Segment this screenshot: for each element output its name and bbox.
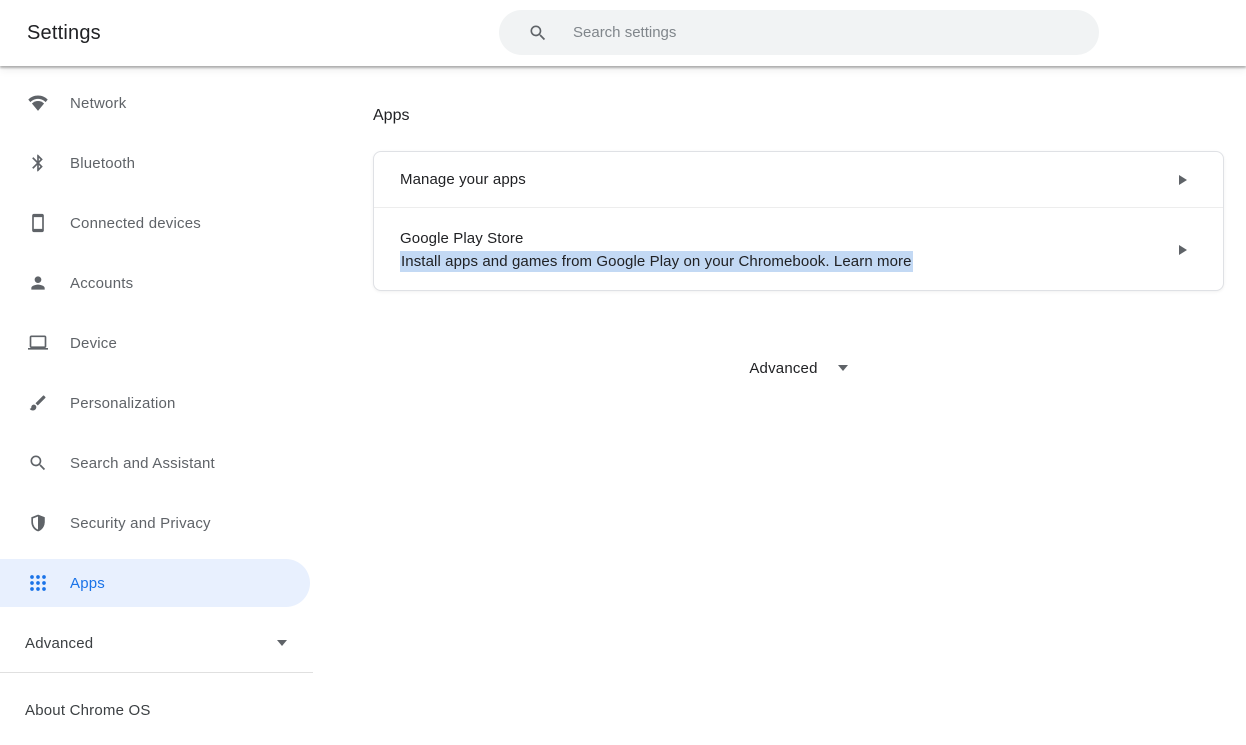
sidebar-item-label: Bluetooth <box>70 155 135 172</box>
sidebar-nav: Network Bluetooth Connected devices Acco… <box>0 66 313 734</box>
sidebar-advanced-toggle[interactable]: Advanced <box>0 619 313 667</box>
about-label: About Chrome OS <box>25 702 151 719</box>
manage-apps-row[interactable]: Manage your apps <box>374 152 1223 207</box>
search-icon <box>528 23 548 43</box>
smartphone-icon <box>28 213 48 233</box>
sidebar-item-label: Device <box>70 335 117 352</box>
shield-icon <box>28 513 48 533</box>
settings-page: Settings Network Bluetooth Connecte <box>0 0 1246 745</box>
wifi-icon <box>28 93 48 113</box>
search-icon <box>28 453 48 473</box>
sidebar-item-security-privacy[interactable]: Security and Privacy <box>0 499 310 547</box>
chevron-down-icon <box>838 365 848 371</box>
toolbar: Settings <box>0 0 1246 66</box>
main-content: Apps Manage your apps Google Play Store … <box>373 66 1224 380</box>
sidebar-item-bluetooth[interactable]: Bluetooth <box>0 139 310 187</box>
brush-icon <box>28 393 48 413</box>
chevron-down-icon <box>277 640 287 646</box>
advanced-label: Advanced <box>25 635 93 652</box>
advanced-label: Advanced <box>749 360 817 377</box>
arrow-right-icon <box>1179 175 1187 185</box>
row-title: Google Play Store <box>400 230 1179 247</box>
row-subtitle: Install apps and games from Google Play … <box>400 253 1179 270</box>
row-title: Manage your apps <box>400 171 1179 188</box>
sidebar-item-label: Network <box>70 95 126 112</box>
sidebar-item-device[interactable]: Device <box>0 319 310 367</box>
sidebar-item-search-assistant[interactable]: Search and Assistant <box>0 439 310 487</box>
sidebar-item-label: Security and Privacy <box>70 515 211 532</box>
sidebar-item-label: Connected devices <box>70 215 201 232</box>
sidebar-item-label: Apps <box>70 575 105 592</box>
sidebar-item-accounts[interactable]: Accounts <box>0 259 310 307</box>
search-field[interactable] <box>499 10 1099 55</box>
sidebar-item-label: Search and Assistant <box>70 455 215 472</box>
selected-text-highlight: Install apps and games from Google Play … <box>400 251 913 272</box>
google-play-store-row[interactable]: Google Play Store Install apps and games… <box>374 208 1223 291</box>
bluetooth-icon <box>28 153 48 173</box>
section-title: Apps <box>373 108 1224 124</box>
sidebar-item-label: Accounts <box>70 275 133 292</box>
sidebar-item-apps[interactable]: Apps <box>0 559 310 607</box>
person-icon <box>28 273 48 293</box>
apps-grid-icon <box>28 573 48 593</box>
apps-settings-card: Manage your apps Google Play Store Insta… <box>373 151 1224 291</box>
sidebar-item-personalization[interactable]: Personalization <box>0 379 310 427</box>
sidebar-item-network[interactable]: Network <box>0 79 310 127</box>
laptop-icon <box>28 333 48 353</box>
sidebar-divider <box>0 672 313 673</box>
sidebar-item-label: Personalization <box>70 395 176 412</box>
search-input[interactable] <box>573 24 1053 41</box>
arrow-right-icon <box>1179 245 1187 255</box>
advanced-expand-button[interactable]: Advanced <box>373 356 1224 380</box>
sidebar-item-connected-devices[interactable]: Connected devices <box>0 199 310 247</box>
sidebar-item-about-chrome-os[interactable]: About Chrome OS <box>0 686 313 734</box>
page-title: Settings <box>27 0 101 66</box>
